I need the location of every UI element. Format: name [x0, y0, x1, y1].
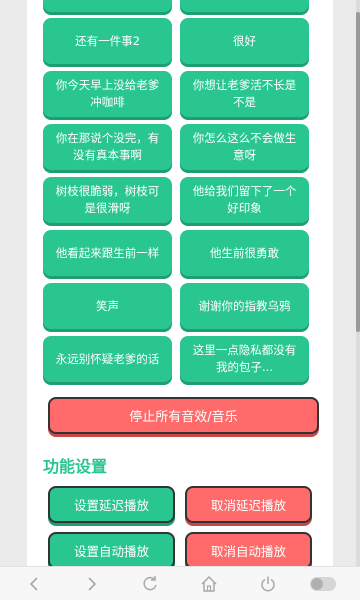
sound-button-label: 树枝很脆弱，树枝可是很滑呀	[55, 184, 160, 215]
cancel-auto-label: 取消自动播放	[210, 544, 286, 559]
browser-nav-bar	[0, 566, 360, 600]
sound-button[interactable]: 你怎么这么不会做生意呀	[180, 124, 309, 170]
content-card: 还有一件事2 很好 你今天早上没给老爹冲咖啡 你想让老爹活不长是不是 你在那说个…	[27, 0, 333, 566]
sound-button-label: 他生前很勇敢	[210, 245, 279, 260]
power-icon[interactable]	[257, 573, 279, 595]
sound-button-label: 你想让老爹活不长是不是	[192, 78, 297, 109]
stop-all-button[interactable]: 停止所有音效/音乐	[48, 397, 319, 434]
sound-button-label: 很好	[233, 33, 256, 48]
sound-button[interactable]: 还有一件事2	[43, 18, 172, 64]
scrollbar-thumb[interactable]	[356, 12, 360, 332]
toggle-knob	[311, 578, 323, 590]
sound-button[interactable]: 谢谢你的指教乌鸦	[180, 283, 309, 329]
stop-all-label: 停止所有音效/音乐	[129, 410, 238, 425]
cancel-delay-label: 取消延迟播放	[210, 498, 286, 513]
sound-button[interactable]: 他生前很勇敢	[180, 230, 309, 276]
sound-button-label: 永远别怀疑老爹的话	[55, 351, 160, 366]
sound-button-label: 你今天早上没给老爹冲咖啡	[55, 78, 160, 109]
sound-button[interactable]	[180, 0, 309, 12]
sound-button[interactable]: 很好	[180, 18, 309, 64]
sound-button[interactable]: 你想让老爹活不长是不是	[180, 71, 309, 117]
sound-button-label: 你怎么这么不会做生意呀	[192, 131, 297, 162]
sound-button-label: 他给我们留下了一个好印象	[192, 184, 297, 215]
sound-button[interactable]: 树枝很脆弱，树枝可是很滑呀	[43, 177, 172, 223]
sound-button-label: 还有一件事2	[75, 33, 140, 48]
set-auto-button[interactable]: 设置自动播放	[48, 532, 175, 566]
refresh-icon[interactable]	[139, 573, 161, 595]
sound-button[interactable]: 这里一点隐私都没有我的包子...	[180, 336, 309, 382]
toggle-icon[interactable]	[310, 577, 336, 591]
sound-button-label: 这里一点隐私都没有我的包子...	[192, 343, 297, 374]
sound-button[interactable]: 他看起来跟生前一样	[43, 230, 172, 276]
cancel-delay-button[interactable]: 取消延迟播放	[185, 486, 312, 523]
sound-button-label: 他看起来跟生前一样	[55, 245, 160, 260]
set-delay-button[interactable]: 设置延迟播放	[48, 486, 175, 523]
chevron-right-icon[interactable]	[81, 573, 103, 595]
section-title: 功能设置	[43, 457, 108, 476]
cancel-auto-button[interactable]: 取消自动播放	[185, 532, 312, 566]
sound-button[interactable]: 永远别怀疑老爹的话	[43, 336, 172, 382]
home-icon[interactable]	[198, 573, 220, 595]
sound-button[interactable]	[43, 0, 172, 12]
sound-button-label: 笑声	[96, 298, 119, 313]
sound-button[interactable]: 他给我们留下了一个好印象	[180, 177, 309, 223]
sound-button[interactable]: 你今天早上没给老爹冲咖啡	[43, 71, 172, 117]
chevron-left-icon[interactable]	[23, 573, 45, 595]
set-delay-label: 设置延迟播放	[73, 498, 149, 513]
sound-button[interactable]: 你在那说个没完，有没有真本事啊	[43, 124, 172, 170]
set-auto-label: 设置自动播放	[73, 544, 149, 559]
sound-button[interactable]: 笑声	[43, 283, 172, 329]
sound-button-label: 谢谢你的指教乌鸦	[198, 298, 291, 313]
sound-button-label: 你在那说个没完，有没有真本事啊	[55, 131, 160, 162]
